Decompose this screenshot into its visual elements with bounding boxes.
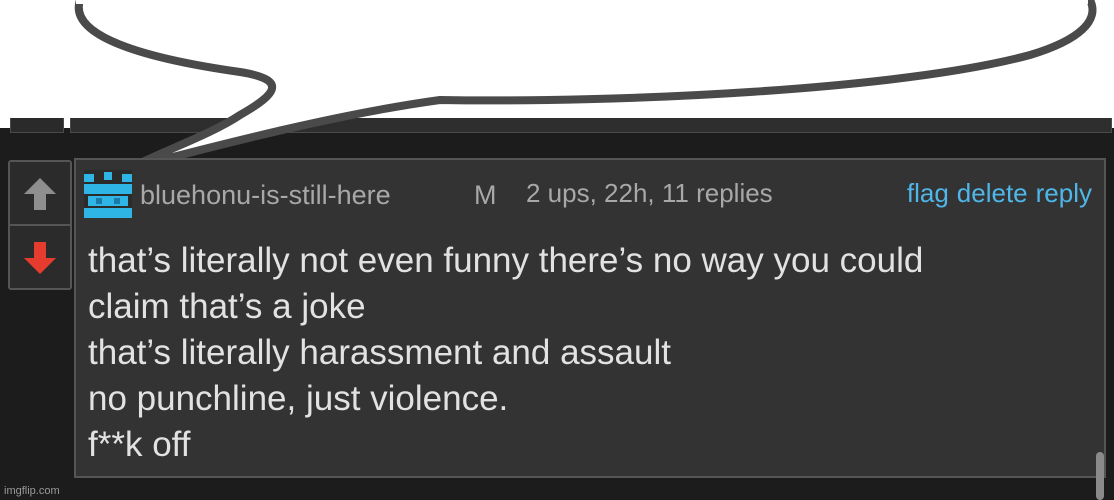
comment-line: f**k off: [88, 425, 191, 464]
comment-actions: flag delete reply: [899, 178, 1092, 209]
avatar-icon: [84, 170, 132, 218]
watermark: imgflip.com: [4, 485, 60, 497]
username-link[interactable]: bluehonu-is-still-here: [140, 180, 391, 211]
comment: bluehonu-is-still-here M 2 ups, 22h, 11 …: [74, 158, 1106, 478]
downvote-button[interactable]: [22, 238, 58, 278]
avatar[interactable]: [84, 170, 132, 218]
comment-line: that’s literally harassment and assault: [88, 333, 671, 372]
reply-link[interactable]: reply: [1036, 178, 1092, 208]
mod-badge: M: [474, 180, 497, 210]
vote-divider: [10, 224, 70, 226]
vote-controls: [8, 160, 72, 290]
scrollbar[interactable]: [1096, 452, 1104, 500]
flag-link[interactable]: flag: [907, 178, 949, 208]
comment-meta: 2 ups, 22h, 11 replies: [526, 178, 773, 208]
comment-line: no punchline, just violence.: [88, 379, 509, 418]
comment-line: claim that’s a joke: [88, 287, 366, 326]
arrow-up-icon: [24, 178, 56, 210]
comment-body: that’s literally not even funny there’s …: [88, 238, 923, 468]
arrow-down-icon: [24, 242, 56, 274]
speech-bubble: [74, 0, 1097, 172]
comment-line: that’s literally not even funny there’s …: [88, 241, 924, 280]
upvote-button[interactable]: [22, 174, 58, 214]
delete-link[interactable]: delete: [957, 178, 1028, 208]
